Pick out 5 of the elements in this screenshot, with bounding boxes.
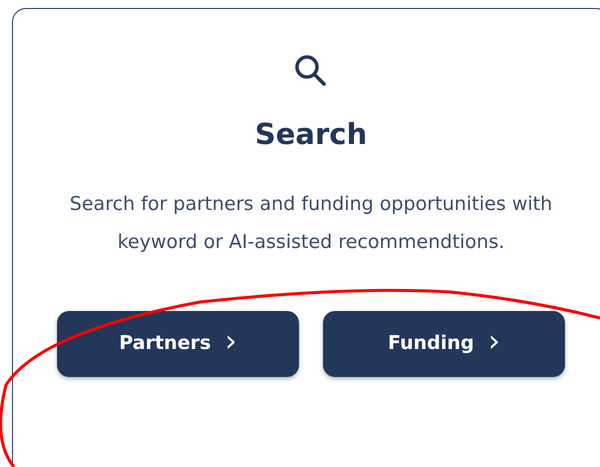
card-description: Search for partners and funding opportunities with keyword or AI-assisted recommendtions. bbox=[68, 192, 554, 254]
card-title: Search bbox=[254, 116, 368, 153]
search-icon bbox=[293, 53, 329, 89]
nav-button[interactable]: Funding › bbox=[323, 310, 565, 376]
nav-button[interactable]: Partners › bbox=[57, 310, 299, 376]
